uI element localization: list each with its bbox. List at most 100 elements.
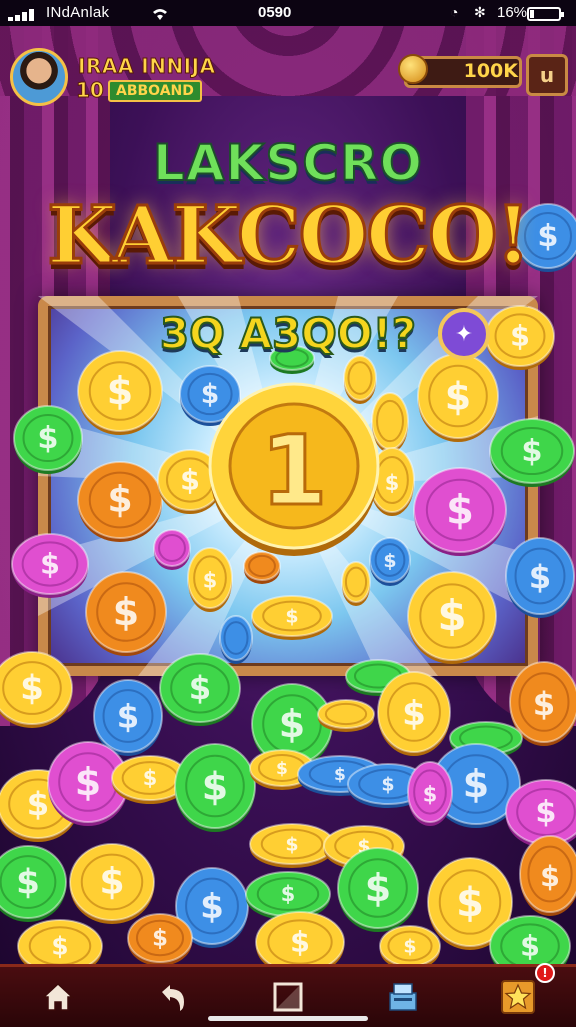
- carrier-name: INdAnlak: [46, 4, 110, 21]
- coin: $: [379, 925, 441, 964]
- center-coin: 1: [208, 382, 380, 556]
- coin-symbol: $: [202, 764, 228, 808]
- coin-symbol: $: [189, 669, 211, 707]
- home-icon: [41, 982, 74, 1011]
- coin-symbol: $: [521, 434, 542, 469]
- coin: $: [407, 761, 453, 826]
- wifi-icon: [153, 9, 167, 20]
- coin-symbol: $: [535, 795, 556, 830]
- coin: [371, 392, 409, 453]
- coin: $: [0, 651, 73, 728]
- coin: $: [85, 571, 167, 656]
- coin-symbol: $: [285, 605, 298, 627]
- balance-value: 100K: [463, 60, 518, 82]
- coin: $: [413, 467, 507, 556]
- coin: [317, 699, 375, 732]
- coin-symbol: $: [107, 369, 133, 413]
- coin-icon: [398, 54, 428, 84]
- nav-home-button[interactable]: [0, 967, 115, 1027]
- coin-symbol: $: [281, 882, 296, 906]
- coin: $: [407, 571, 497, 664]
- center-coin-symbol: 1: [261, 415, 328, 527]
- coin-symbol: $: [113, 590, 139, 634]
- clock: 0590: [258, 4, 292, 21]
- avatar[interactable]: [10, 48, 68, 106]
- coin-symbol: $: [27, 785, 49, 823]
- coin: $: [377, 671, 451, 756]
- coin-symbol: $: [143, 766, 158, 790]
- cash-register-icon: [388, 983, 417, 1011]
- coin: $: [127, 913, 193, 964]
- coin: $: [489, 418, 575, 487]
- coin-symbol: $: [437, 591, 466, 640]
- coin-symbol: $: [279, 702, 305, 746]
- signal-icon: [8, 9, 42, 21]
- player-tag: ABBOAND: [108, 80, 202, 102]
- square-icon: [273, 982, 302, 1012]
- coin: $: [13, 405, 83, 474]
- coin-symbol: $: [203, 569, 218, 593]
- star-icon: [500, 980, 535, 1014]
- coin-symbol: $: [51, 931, 68, 960]
- coin: $: [0, 845, 67, 922]
- coin-symbol: $: [423, 783, 438, 807]
- coin: [219, 615, 253, 664]
- banner-line-2: KAKCOCO!: [46, 187, 533, 284]
- battery-icon: [527, 7, 564, 21]
- coin: $: [255, 911, 345, 964]
- banner-line-1: LAKSCRO: [152, 133, 423, 193]
- bluetooth-icon: ✻: [474, 4, 486, 20]
- player-name: IRAA INNIJA: [78, 54, 216, 79]
- coin-symbol: $: [75, 760, 101, 804]
- coin: $: [187, 547, 233, 612]
- notification-badge: !: [535, 963, 555, 983]
- coin-symbol: $: [16, 863, 40, 903]
- coin-symbol: $: [40, 548, 60, 581]
- alarm-icon: ◔: [450, 4, 459, 20]
- coin-symbol: $: [180, 464, 200, 497]
- home-indicator[interactable]: [208, 1016, 368, 1021]
- coin-symbol: $: [533, 685, 555, 723]
- coin-symbol: $: [200, 887, 224, 927]
- coin-symbol: $: [383, 550, 396, 572]
- coin-symbol: $: [529, 558, 551, 596]
- game-stage: $ $ $ $ $ $ $ $ $ $ $ $ $ $ $ $ $ $ $ $ $ $ $ $ $ $ $ $ $ $ $ $ $ $ $ $ $ $ $ $…: [0, 26, 576, 964]
- coin: $: [519, 835, 576, 916]
- coin-symbol: $: [540, 860, 560, 893]
- coin: $: [159, 653, 241, 726]
- coin-symbol: $: [445, 374, 471, 418]
- coin: $: [17, 919, 103, 964]
- coin-symbol: $: [107, 479, 132, 521]
- coin: $: [249, 823, 335, 868]
- coin: $: [11, 533, 89, 598]
- coin-symbol: $: [276, 759, 288, 779]
- player-level: 10: [76, 78, 105, 103]
- coin: [341, 561, 371, 606]
- coin: [343, 355, 377, 404]
- coin: $: [69, 843, 155, 924]
- menu-button[interactable]: u: [526, 54, 568, 96]
- nav-rewards-button[interactable]: !: [460, 963, 575, 1027]
- coin: [153, 529, 191, 570]
- coin-symbol: $: [402, 694, 426, 734]
- coin: $: [505, 537, 575, 618]
- bonus-badge-icon[interactable]: ✦: [438, 308, 490, 360]
- coin-symbol: $: [285, 833, 298, 855]
- coin: [243, 551, 281, 584]
- coin: $: [174, 743, 256, 832]
- coin-symbol: $: [20, 669, 44, 709]
- battery-percent: 16%: [497, 4, 528, 21]
- coin-symbol: $: [201, 379, 220, 410]
- coin-symbol: $: [381, 773, 394, 795]
- coin-symbol: $: [463, 762, 489, 806]
- coin-symbol: $: [385, 471, 400, 495]
- coin: $: [369, 537, 411, 586]
- coin-symbol: $: [403, 935, 416, 957]
- coin: $: [417, 353, 499, 442]
- status-bar: INdAnlak 0590 ◔ ✻ 16%: [0, 0, 576, 26]
- coin: $: [251, 595, 333, 640]
- coin: $: [77, 350, 163, 435]
- back-arrow-icon: [161, 985, 184, 1011]
- coin-symbol: $: [290, 926, 310, 959]
- coin-symbol: $: [152, 926, 168, 952]
